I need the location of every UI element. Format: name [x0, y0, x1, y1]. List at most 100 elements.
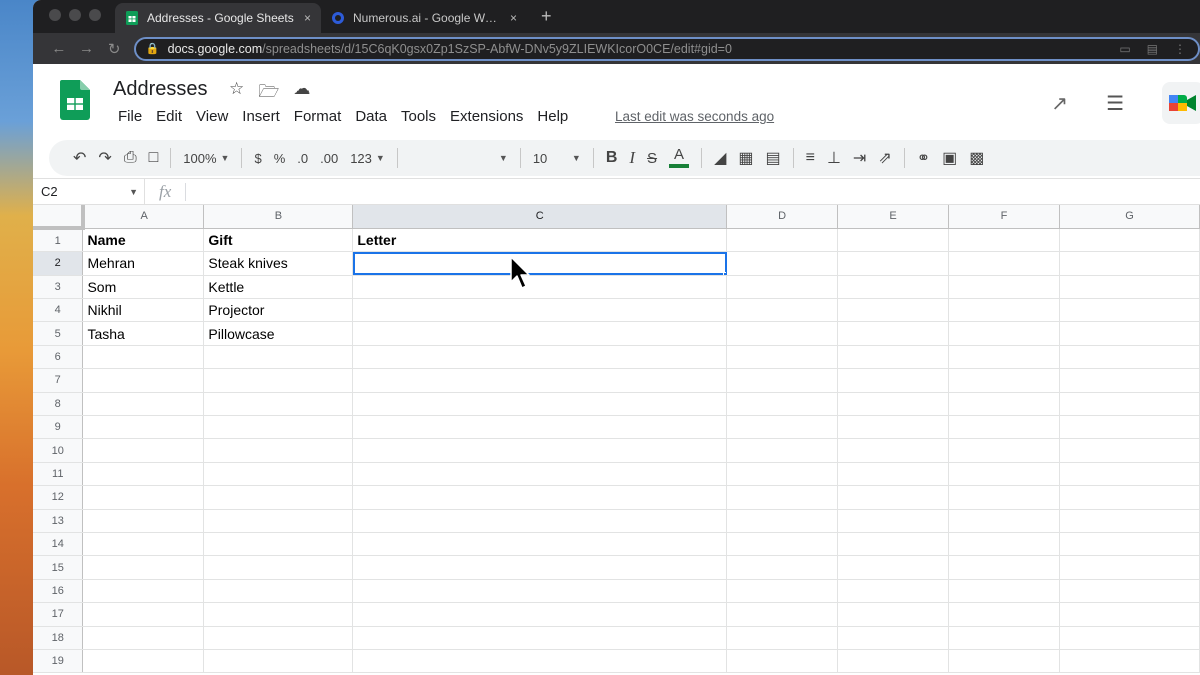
- cell[interactable]: [1059, 579, 1200, 604]
- borders-icon[interactable]: ▦: [732, 148, 759, 168]
- cell[interactable]: [837, 228, 950, 253]
- activity-trend-icon[interactable]: ↗: [1051, 91, 1068, 116]
- row-header[interactable]: 6: [33, 345, 84, 370]
- cell[interactable]: [948, 368, 1060, 393]
- cell[interactable]: [82, 579, 205, 604]
- cell[interactable]: [726, 485, 839, 510]
- menu-extensions[interactable]: Extensions: [443, 108, 530, 125]
- text-rotation-icon[interactable]: ⇗: [872, 148, 897, 168]
- row-header[interactable]: 18: [33, 626, 84, 650]
- cell[interactable]: [837, 462, 950, 487]
- menu-dots-icon[interactable]: ⋮: [1174, 42, 1186, 56]
- cell[interactable]: [948, 462, 1060, 487]
- cell[interactable]: [1059, 415, 1200, 440]
- cell[interactable]: [726, 438, 839, 463]
- cell[interactable]: [203, 509, 354, 533]
- name-box[interactable]: C2 ▼: [33, 179, 145, 204]
- cell[interactable]: [1059, 485, 1200, 510]
- cell[interactable]: [352, 415, 728, 440]
- merge-cells-icon[interactable]: ▤: [760, 148, 787, 168]
- row-header[interactable]: 8: [33, 392, 84, 417]
- cell[interactable]: [82, 532, 205, 557]
- font-family-select[interactable]: ▼: [404, 153, 514, 163]
- maximize-window-button[interactable]: [89, 9, 101, 21]
- cell[interactable]: Som: [82, 275, 205, 300]
- cell[interactable]: [726, 345, 839, 370]
- cell[interactable]: [203, 345, 354, 370]
- row-header[interactable]: 2: [33, 251, 84, 276]
- cell[interactable]: [352, 462, 728, 487]
- cell[interactable]: [837, 275, 950, 300]
- close-tab-icon[interactable]: ×: [510, 11, 517, 25]
- cell[interactable]: [1059, 275, 1200, 300]
- column-header-e[interactable]: E: [837, 205, 950, 229]
- cell[interactable]: [837, 392, 950, 417]
- cell[interactable]: [948, 392, 1060, 417]
- row-header[interactable]: 19: [33, 649, 84, 674]
- cell[interactable]: Letter: [352, 228, 728, 253]
- last-edit-link[interactable]: Last edit was seconds ago: [615, 109, 774, 124]
- column-header-f[interactable]: F: [948, 205, 1060, 229]
- cell[interactable]: [1059, 368, 1200, 393]
- column-header-g[interactable]: G: [1059, 205, 1200, 229]
- cell[interactable]: [948, 485, 1060, 510]
- zoom-select[interactable]: 100% ▼: [177, 151, 235, 166]
- cell[interactable]: [82, 462, 205, 487]
- decrease-decimal-button[interactable]: .0: [291, 151, 314, 166]
- cell[interactable]: [837, 579, 950, 604]
- close-tab-icon[interactable]: ×: [304, 11, 311, 25]
- cell[interactable]: Pillowcase: [203, 321, 354, 346]
- forward-arrow-icon[interactable]: →: [73, 40, 101, 57]
- cell[interactable]: [948, 649, 1060, 674]
- cell[interactable]: [352, 298, 728, 323]
- cell[interactable]: [352, 649, 728, 674]
- select-all-corner[interactable]: [33, 205, 85, 231]
- cell[interactable]: [352, 345, 728, 370]
- cell[interactable]: [352, 368, 728, 393]
- cell[interactable]: [352, 532, 728, 557]
- new-tab-button[interactable]: +: [527, 6, 564, 33]
- cell[interactable]: [1059, 462, 1200, 487]
- cell[interactable]: Name: [82, 228, 205, 253]
- cell[interactable]: [837, 602, 950, 627]
- bold-button[interactable]: B: [600, 149, 624, 167]
- cell[interactable]: [203, 485, 354, 510]
- cell[interactable]: [203, 579, 354, 604]
- cell[interactable]: [726, 275, 839, 300]
- cell[interactable]: [82, 438, 205, 463]
- cell[interactable]: Projector: [203, 298, 354, 323]
- cell[interactable]: [82, 649, 205, 674]
- cell[interactable]: [1059, 392, 1200, 417]
- cell[interactable]: [203, 438, 354, 463]
- cell[interactable]: [352, 485, 728, 510]
- paint-format-icon[interactable]: □: [143, 149, 165, 167]
- cell[interactable]: [726, 602, 839, 627]
- browser-tab-numerous[interactable]: Numerous.ai - Google Worksp ×: [321, 3, 527, 33]
- cell[interactable]: [203, 649, 354, 674]
- cell[interactable]: [837, 438, 950, 463]
- comments-icon[interactable]: ☰: [1106, 91, 1124, 116]
- menu-insert[interactable]: Insert: [235, 108, 287, 125]
- column-header-a[interactable]: A: [82, 205, 205, 229]
- row-header[interactable]: 15: [33, 555, 84, 580]
- cell[interactable]: [726, 532, 839, 557]
- row-header[interactable]: 1: [33, 228, 84, 253]
- cell[interactable]: [726, 321, 839, 346]
- insert-link-icon[interactable]: ⚭: [911, 148, 936, 168]
- cell[interactable]: [203, 555, 354, 580]
- menu-tools[interactable]: Tools: [394, 108, 443, 125]
- row-header[interactable]: 9: [33, 415, 84, 440]
- row-header[interactable]: 16: [33, 579, 84, 604]
- menu-view[interactable]: View: [189, 108, 235, 125]
- cell[interactable]: Tasha: [82, 321, 205, 346]
- cell[interactable]: [726, 555, 839, 580]
- row-header[interactable]: 10: [33, 438, 84, 463]
- row-header[interactable]: 17: [33, 602, 84, 627]
- cell[interactable]: [82, 509, 205, 533]
- cell[interactable]: [352, 509, 728, 533]
- menu-format[interactable]: Format: [287, 108, 349, 125]
- screen-share-icon[interactable]: ▭: [1119, 42, 1130, 56]
- vertical-align-icon[interactable]: ⊥: [821, 148, 847, 168]
- cell[interactable]: Gift: [203, 228, 354, 253]
- cell[interactable]: [726, 251, 839, 276]
